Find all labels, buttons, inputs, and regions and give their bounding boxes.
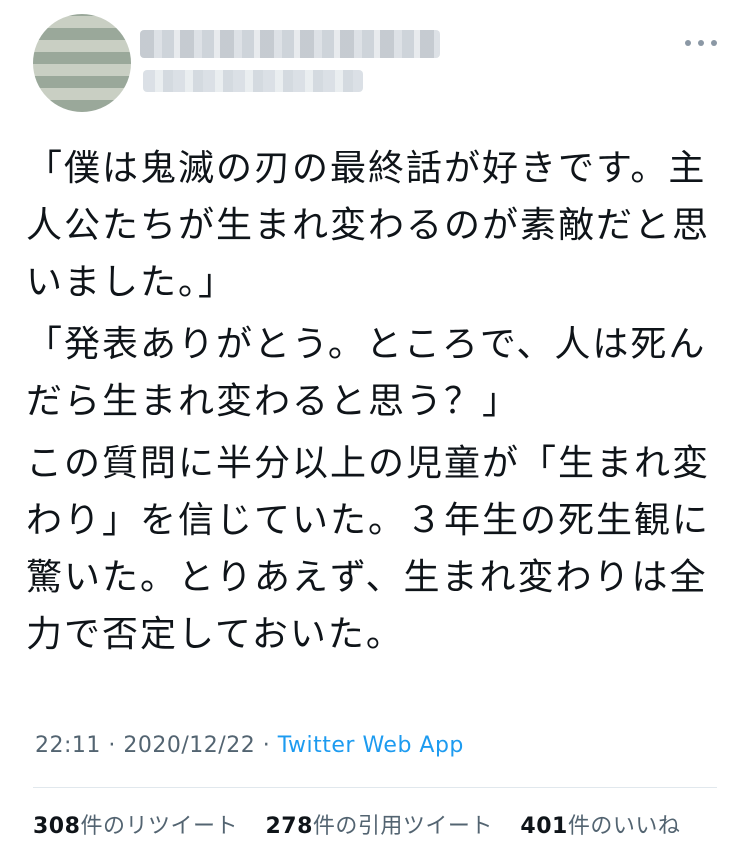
quotes-label: 件の引用ツイート	[312, 814, 493, 839]
tweet-paragraph: 「僕は鬼滅の刃の最終話が好きです。主人公たちが生まれ変わるのが素敵だと思いました…	[26, 148, 711, 303]
retweets-count: 308	[33, 814, 81, 839]
likes-stat[interactable]: 401件のいいね	[520, 808, 680, 840]
tweet-stats: 308件のリツイート 278件の引用ツイート 401件のいいね	[33, 808, 700, 840]
meta-separator: ·	[262, 733, 271, 758]
dot-icon	[711, 40, 717, 46]
retweets-stat[interactable]: 308件のリツイート	[33, 808, 238, 840]
tweet-date[interactable]: 2020/12/22	[123, 733, 255, 758]
username-blurred[interactable]	[143, 70, 363, 92]
tweet-header	[0, 0, 750, 120]
display-name-blurred[interactable]	[140, 30, 440, 58]
dot-icon	[698, 40, 704, 46]
tweet-source-link[interactable]: Twitter Web App	[278, 733, 464, 758]
tweet-meta: 22:11 · 2020/12/22 · Twitter Web App	[35, 733, 464, 758]
avatar[interactable]	[33, 14, 131, 112]
more-horizontal-icon[interactable]	[685, 36, 717, 50]
dot-icon	[685, 40, 691, 46]
tweet-text: 「僕は鬼滅の刃の最終話が好きです。主人公たちが生まれ変わるのが素敵だと思いました…	[0, 140, 750, 663]
retweets-label: 件のリツイート	[80, 814, 238, 839]
quotes-count: 278	[265, 814, 313, 839]
tweet-paragraph: 「発表ありがとう。ところで、人は死んだら生まれ変わると思う？」	[26, 324, 707, 422]
divider	[33, 787, 717, 788]
meta-separator: ·	[108, 733, 116, 758]
likes-count: 401	[520, 814, 568, 839]
quotes-stat[interactable]: 278件の引用ツイート	[265, 808, 492, 840]
tweet-paragraph: この質問に半分以上の児童が「生まれ変わり」を信じていた。３年生の死生観に驚いた。…	[26, 443, 711, 655]
likes-label: 件のいいね	[567, 814, 681, 839]
tweet-time[interactable]: 22:11	[35, 733, 101, 758]
